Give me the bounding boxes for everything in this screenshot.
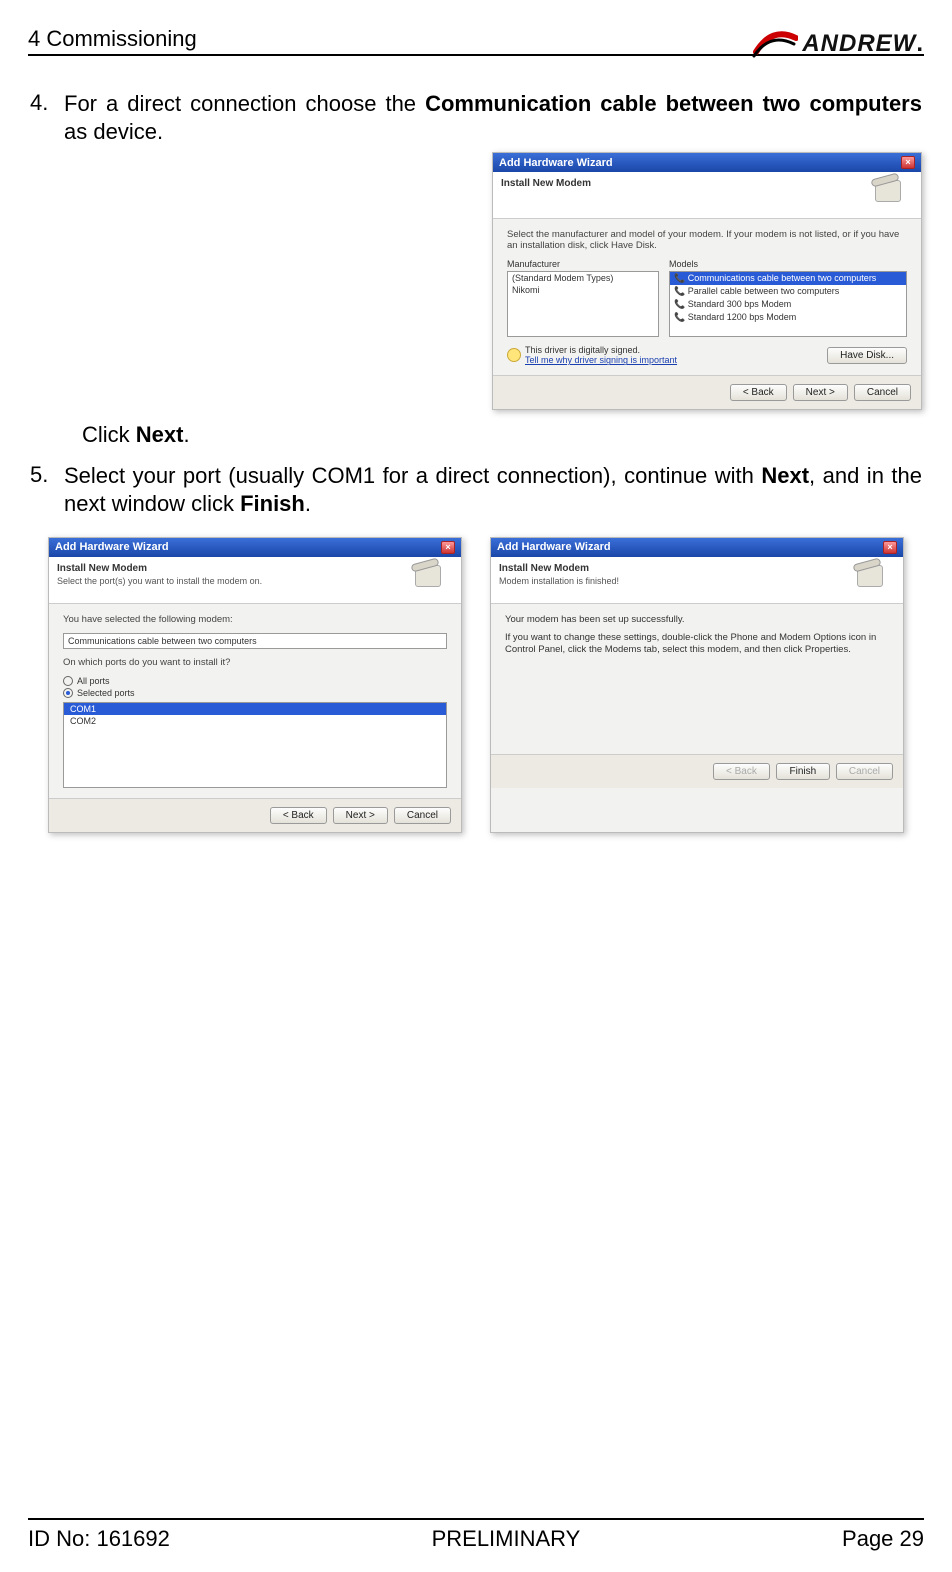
signed-icon: [507, 348, 521, 362]
radio-icon: [63, 688, 73, 698]
wizard2-subheader: Select the port(s) you want to install t…: [57, 576, 413, 586]
back-button: < Back: [713, 763, 770, 780]
radio-selected-ports[interactable]: Selected ports: [63, 688, 447, 698]
models-label: Models: [669, 259, 907, 269]
selected-modem-field: Communications cable between two compute…: [63, 633, 447, 649]
page-footer: ID No: 161692 PRELIMINARY Page 29: [28, 1518, 924, 1552]
step-5: 5. Select your port (usually COM1 for a …: [30, 462, 922, 518]
list-item[interactable]: 📞 Communications cable between two compu…: [670, 272, 906, 285]
close-icon[interactable]: ×: [441, 541, 455, 554]
step-5-number: 5.: [30, 462, 64, 518]
signing-info-link[interactable]: Tell me why driver signing is important: [525, 355, 823, 365]
wizard3-subheader: Modem installation is finished!: [499, 576, 855, 586]
close-icon[interactable]: ×: [883, 541, 897, 554]
step-5-text: Select your port (usually COM1 for a dir…: [64, 462, 922, 518]
next-button[interactable]: Next >: [793, 384, 848, 401]
modem-icon: [855, 563, 895, 597]
back-button[interactable]: < Back: [730, 384, 787, 401]
modem-icon: [413, 563, 453, 597]
click-next-text: Click Next.: [82, 422, 922, 448]
finish-success-text: Your modem has been set up successfully.: [505, 614, 889, 626]
manufacturer-label: Manufacturer: [507, 259, 659, 269]
finish-info-text: If you want to change these settings, do…: [505, 632, 889, 657]
cancel-button: Cancel: [836, 763, 893, 780]
wizard2-header: Install New Modem: [57, 563, 413, 574]
list-item[interactable]: 📞 Standard 300 bps Modem: [670, 298, 906, 311]
list-item[interactable]: COM1: [64, 703, 446, 715]
radio-all-ports[interactable]: All ports: [63, 676, 447, 686]
step-4-text: For a direct connection choose the Commu…: [64, 90, 922, 146]
finish-button[interactable]: Finish: [776, 763, 830, 780]
models-list[interactable]: 📞 Communications cable between two compu…: [669, 271, 907, 337]
wizard1-header: Install New Modem: [501, 178, 873, 189]
radio-icon: [63, 676, 73, 686]
back-button[interactable]: < Back: [270, 807, 327, 824]
list-item[interactable]: 📞 Parallel cable between two computers: [670, 285, 906, 298]
list-item[interactable]: (Standard Modem Types): [508, 272, 658, 284]
footer-status: PRELIMINARY: [432, 1526, 581, 1552]
cancel-button[interactable]: Cancel: [854, 384, 911, 401]
have-disk-button[interactable]: Have Disk...: [827, 347, 907, 364]
brand-logo: ANDREW.: [752, 30, 924, 58]
wizard1-title: Add Hardware Wizard: [499, 157, 613, 169]
wizard2-title: Add Hardware Wizard: [55, 541, 169, 553]
footer-id: ID No: 161692: [28, 1526, 170, 1552]
wizard3-title: Add Hardware Wizard: [497, 541, 611, 553]
list-item[interactable]: Nikomi: [508, 284, 658, 296]
next-button[interactable]: Next >: [333, 807, 388, 824]
step-4-number: 4.: [30, 90, 64, 410]
list-item[interactable]: 📞 Standard 1200 bps Modem: [670, 311, 906, 324]
wizard-install-modem-select: Add Hardware Wizard × Install New Modem …: [492, 152, 922, 410]
modem-icon: [873, 178, 913, 212]
wizard3-header: Install New Modem: [499, 563, 855, 574]
driver-signed-text: This driver is digitally signed.: [525, 345, 823, 355]
step-4: 4. For a direct connection choose the Co…: [30, 90, 922, 410]
selected-modem-label: You have selected the following modem:: [63, 614, 447, 625]
close-icon[interactable]: ×: [901, 156, 915, 169]
section-title: 4 Commissioning: [28, 26, 197, 52]
port-question: On which ports do you want to install it…: [63, 657, 447, 668]
cancel-button[interactable]: Cancel: [394, 807, 451, 824]
wizard-finish: Add Hardware Wizard × Install New Modem …: [490, 537, 904, 833]
list-item[interactable]: COM2: [64, 715, 446, 727]
page-header: 4 Commissioning ANDREW.: [28, 24, 924, 56]
wizard-select-port: Add Hardware Wizard × Install New Modem …: [48, 537, 462, 833]
wizard1-instruction: Select the manufacturer and model of you…: [507, 229, 907, 251]
brand-mark-icon: [752, 30, 798, 58]
brand-name: ANDREW.: [802, 30, 924, 58]
footer-page: Page 29: [842, 1526, 924, 1552]
manufacturer-list[interactable]: (Standard Modem Types) Nikomi: [507, 271, 659, 337]
ports-list[interactable]: COM1 COM2: [63, 702, 447, 788]
